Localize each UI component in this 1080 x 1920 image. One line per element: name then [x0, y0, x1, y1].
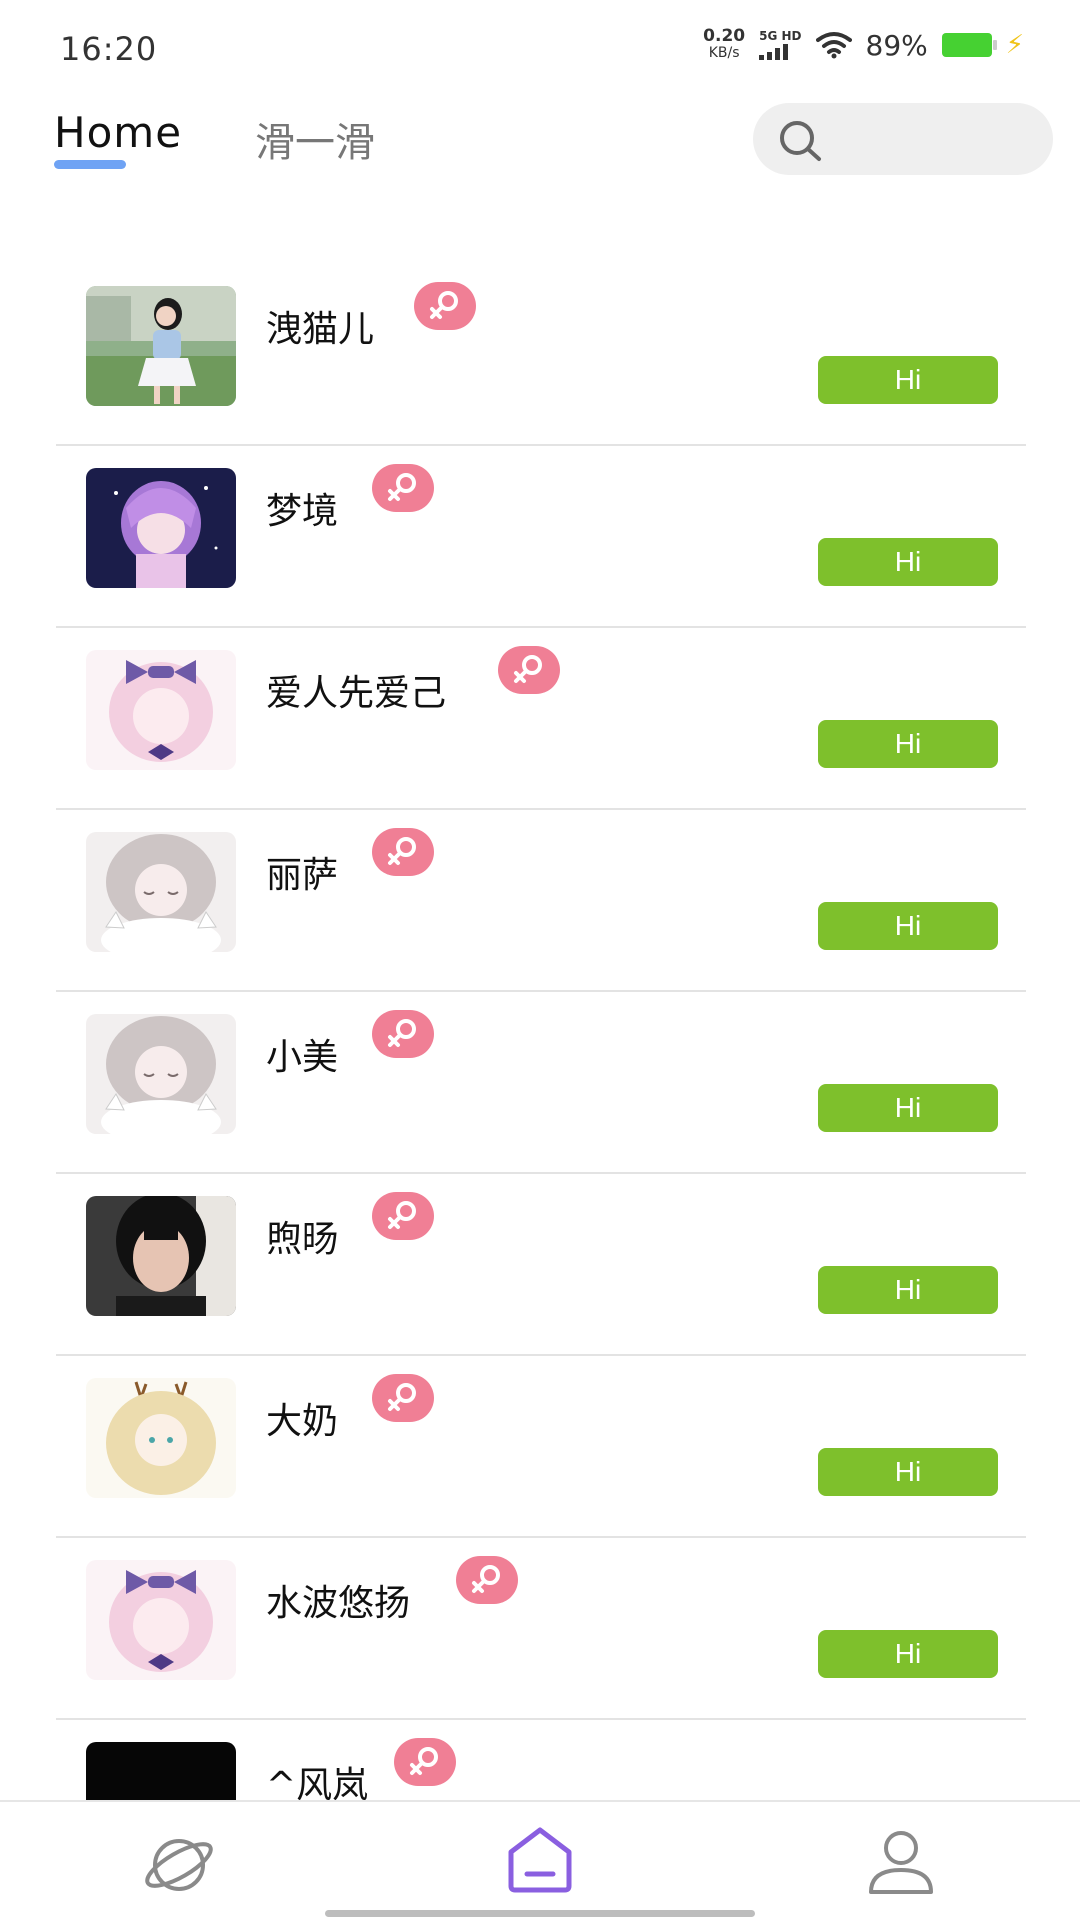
user-name: 煦旸 — [266, 1219, 339, 1260]
female-icon — [498, 646, 560, 694]
status-bar: 16:20 0.20 KB/s 5G HD 89% ⚡ — [0, 0, 1080, 100]
profile-icon[interactable] — [866, 1826, 936, 1896]
avatar[interactable] — [86, 832, 236, 952]
home-icon[interactable] — [503, 1824, 577, 1896]
list-item[interactable]: 爱人先爱己 Hi — [0, 628, 1080, 810]
battery-percent: 89% — [865, 28, 928, 62]
user-name: 丽萨 — [266, 855, 339, 896]
hi-button[interactable]: Hi — [818, 356, 998, 404]
cellular-signal-icon: 5G HD — [759, 29, 802, 60]
list-item[interactable]: 大奶 Hi — [0, 1356, 1080, 1538]
search-input[interactable] — [753, 103, 1053, 175]
user-name: 洩猫儿 — [266, 309, 375, 350]
network-speed-value: 0.20 — [703, 26, 746, 46]
female-icon — [414, 282, 476, 330]
status-time: 16:20 — [60, 30, 158, 68]
female-icon — [372, 828, 434, 876]
signal-label: 5G HD — [759, 29, 802, 43]
user-name: 水波悠扬 — [266, 1583, 411, 1624]
hi-button[interactable]: Hi — [818, 1630, 998, 1678]
charging-icon: ⚡ — [1005, 30, 1024, 60]
list-item[interactable]: 丽萨 Hi — [0, 810, 1080, 992]
female-icon — [372, 1192, 434, 1240]
female-icon — [372, 464, 434, 512]
female-icon — [456, 1556, 518, 1604]
avatar[interactable] — [86, 1378, 236, 1498]
tab-home[interactable]: Home — [54, 108, 182, 157]
hi-button[interactable]: Hi — [818, 1084, 998, 1132]
user-name: 梦境 — [266, 491, 339, 532]
search-icon — [780, 121, 821, 161]
avatar[interactable] — [86, 650, 236, 770]
avatar[interactable] — [86, 468, 236, 588]
hi-button[interactable]: Hi — [818, 1266, 998, 1314]
active-tab-indicator — [54, 160, 126, 169]
network-speed-unit: KB/s — [708, 45, 740, 61]
female-icon — [394, 1738, 456, 1786]
female-icon — [372, 1374, 434, 1422]
list-item[interactable]: 洩猫儿 Hi — [0, 264, 1080, 446]
avatar[interactable] — [86, 1560, 236, 1680]
hi-button[interactable]: Hi — [818, 720, 998, 768]
female-icon — [372, 1010, 434, 1058]
hi-button[interactable]: Hi — [818, 902, 998, 950]
avatar[interactable] — [86, 1014, 236, 1134]
tab-swipe[interactable]: 滑一滑 — [255, 110, 375, 168]
list-item[interactable]: 水波悠扬 Hi — [0, 1538, 1080, 1720]
home-indicator[interactable] — [325, 1910, 755, 1917]
list-item[interactable]: 梦境 Hi — [0, 446, 1080, 628]
list-item[interactable]: 小美 Hi — [0, 992, 1080, 1174]
battery-icon — [941, 33, 997, 57]
hi-button[interactable]: Hi — [818, 538, 998, 586]
network-speed: 0.20 KB/s — [703, 28, 745, 62]
user-name: 小美 — [266, 1037, 339, 1078]
avatar[interactable] — [86, 286, 236, 406]
list-item[interactable]: 煦旸 Hi — [0, 1174, 1080, 1356]
bottom-nav — [0, 1800, 1080, 1920]
planet-icon[interactable] — [140, 1832, 218, 1898]
user-list: 洩猫儿 Hi 梦境 Hi 爱人先爱己 Hi 丽萨 Hi 小美 Hi 煦旸 Hi … — [0, 264, 1080, 1902]
user-name: 爱人先爱己 — [266, 673, 447, 714]
hi-button[interactable]: Hi — [818, 1448, 998, 1496]
user-name: 大奶 — [266, 1401, 339, 1442]
wifi-icon — [815, 32, 852, 59]
avatar[interactable] — [86, 1196, 236, 1316]
status-icons: 0.20 KB/s 5G HD 89% ⚡ — [703, 28, 1024, 62]
